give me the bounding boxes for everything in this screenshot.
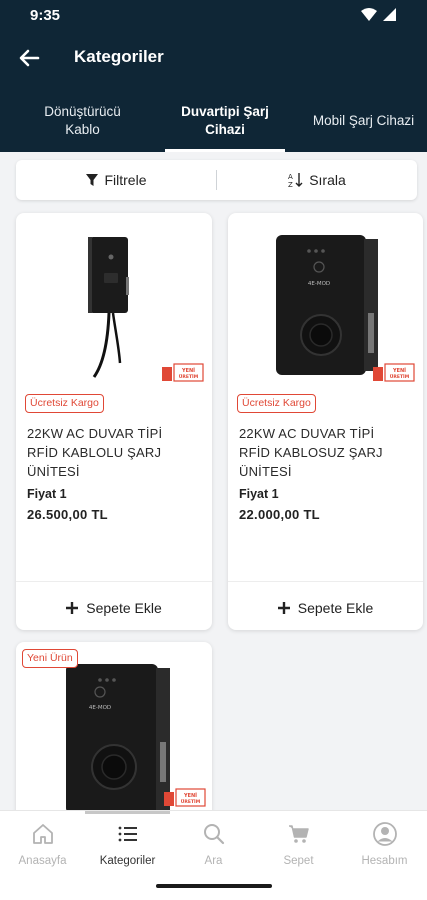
account-icon xyxy=(372,821,398,847)
free-shipping-badge: Ücretsiz Kargo xyxy=(237,394,316,413)
filter-icon xyxy=(86,174,99,186)
product-card[interactable]: 4E-MOD YENİ ÜRETİM Ücretsiz Kargo 22KW A… xyxy=(228,213,423,630)
app-bar: Kategoriler xyxy=(0,36,427,80)
svg-text:YENİ: YENİ xyxy=(183,792,197,799)
back-button[interactable] xyxy=(12,41,46,75)
new-product-badge: Yeni Ürün xyxy=(22,649,78,668)
card-divider xyxy=(228,581,423,582)
nav-label: Kategoriler xyxy=(99,855,156,867)
sort-label: Sırala xyxy=(309,172,346,188)
svg-text:YENİ: YENİ xyxy=(181,367,195,374)
gesture-area xyxy=(0,876,427,900)
price-value: 26.500,00 TL xyxy=(27,507,108,522)
product-name[interactable]: 22KW AC DUVAR TİPİ RFİD KABLOLU ŞARJ ÜNİ… xyxy=(27,425,197,482)
nav-label: Anasayfa xyxy=(18,855,67,867)
home-gesture-bar[interactable] xyxy=(156,884,272,888)
nav-item-ara[interactable]: Ara xyxy=(171,811,256,877)
search-icon xyxy=(201,821,227,847)
sort-icon: A Z xyxy=(288,173,303,188)
status-bar: 9:35 xyxy=(0,0,427,30)
status-icons xyxy=(361,8,396,21)
price-value: 22.000,00 TL xyxy=(239,507,320,522)
page-title: Kategoriler xyxy=(74,47,164,66)
price-label: Fiyat 1 xyxy=(239,487,279,501)
product-card[interactable]: YENİ ÜRETİM Ücretsiz Kargo 22KW AC DUVAR… xyxy=(16,213,212,630)
app-header: 9:35 Kategoriler Dönüştürücü Kablo Duvar… xyxy=(0,0,427,152)
nav-item-hesabim[interactable]: Hesabım xyxy=(342,811,427,877)
product-name[interactable]: 22KW AC DUVAR TİPİ RFİD KABLOSUZ ŞARJ ÜN… xyxy=(239,425,409,482)
yeni-uretim-stamp: YENİ ÜRETİM xyxy=(164,788,206,807)
svg-text:Z: Z xyxy=(288,181,293,188)
nav-item-sepet[interactable]: Sepet xyxy=(256,811,341,877)
free-shipping-badge: Ücretsiz Kargo xyxy=(25,394,104,413)
device-logo: 4E-MOD xyxy=(308,281,330,287)
device-logo: 4E-MOD xyxy=(89,705,111,711)
plus-icon xyxy=(66,602,79,614)
card-divider xyxy=(16,581,212,582)
svg-text:ÜRETİM: ÜRETİM xyxy=(179,373,199,380)
signal-icon xyxy=(383,8,396,21)
svg-text:ÜRETİM: ÜRETİM xyxy=(390,373,410,380)
add-to-cart-button[interactable]: Sepete Ekle xyxy=(16,593,212,623)
plus-icon xyxy=(277,602,290,614)
price-label: Fiyat 1 xyxy=(27,487,67,501)
nav-label: Sepet xyxy=(283,855,314,867)
nav-label: Ara xyxy=(204,855,223,867)
tab-duvartipi-sarj-cihazi[interactable]: Duvartipi Şarj Cihazi xyxy=(165,90,285,152)
filter-button[interactable]: Filtrele xyxy=(16,160,216,200)
bottom-navigation: Anasayfa Kategoriler Ara Sepet Hesabım xyxy=(0,810,427,876)
home-icon xyxy=(30,821,56,847)
add-to-cart-label: Sepete Ekle xyxy=(86,600,162,616)
tab-donusturucu-kablo[interactable]: Dönüştürücü Kablo xyxy=(0,90,165,152)
category-tabs: Dönüştürücü Kablo Duvartipi Şarj Cihazi … xyxy=(0,90,427,152)
cart-icon xyxy=(286,821,312,847)
wifi-icon xyxy=(361,8,377,21)
tab-mobil-sarj-cihazi[interactable]: Mobil Şarj Cihazi xyxy=(300,90,427,152)
svg-text:A: A xyxy=(288,173,293,181)
nav-label: Hesabım xyxy=(361,855,408,867)
sort-button[interactable]: A Z Sırala xyxy=(217,160,417,200)
list-icon xyxy=(115,821,141,847)
yeni-uretim-stamp: YENİ ÜRETİM xyxy=(162,363,204,382)
svg-text:YENİ: YENİ xyxy=(392,367,406,374)
arrow-left-icon xyxy=(19,49,40,67)
add-to-cart-label: Sepete Ekle xyxy=(297,600,374,616)
nav-item-anasayfa[interactable]: Anasayfa xyxy=(0,811,85,877)
yeni-uretim-stamp: YENİ ÜRETİM xyxy=(373,363,415,382)
status-time: 9:35 xyxy=(30,7,61,24)
svg-text:ÜRETİM: ÜRETİM xyxy=(181,798,201,805)
filter-sort-bar: Filtrele A Z Sırala xyxy=(16,160,417,200)
nav-item-kategoriler[interactable]: Kategoriler xyxy=(85,811,170,877)
filter-label: Filtrele xyxy=(104,172,147,188)
add-to-cart-button[interactable]: Sepete Ekle xyxy=(228,593,423,623)
